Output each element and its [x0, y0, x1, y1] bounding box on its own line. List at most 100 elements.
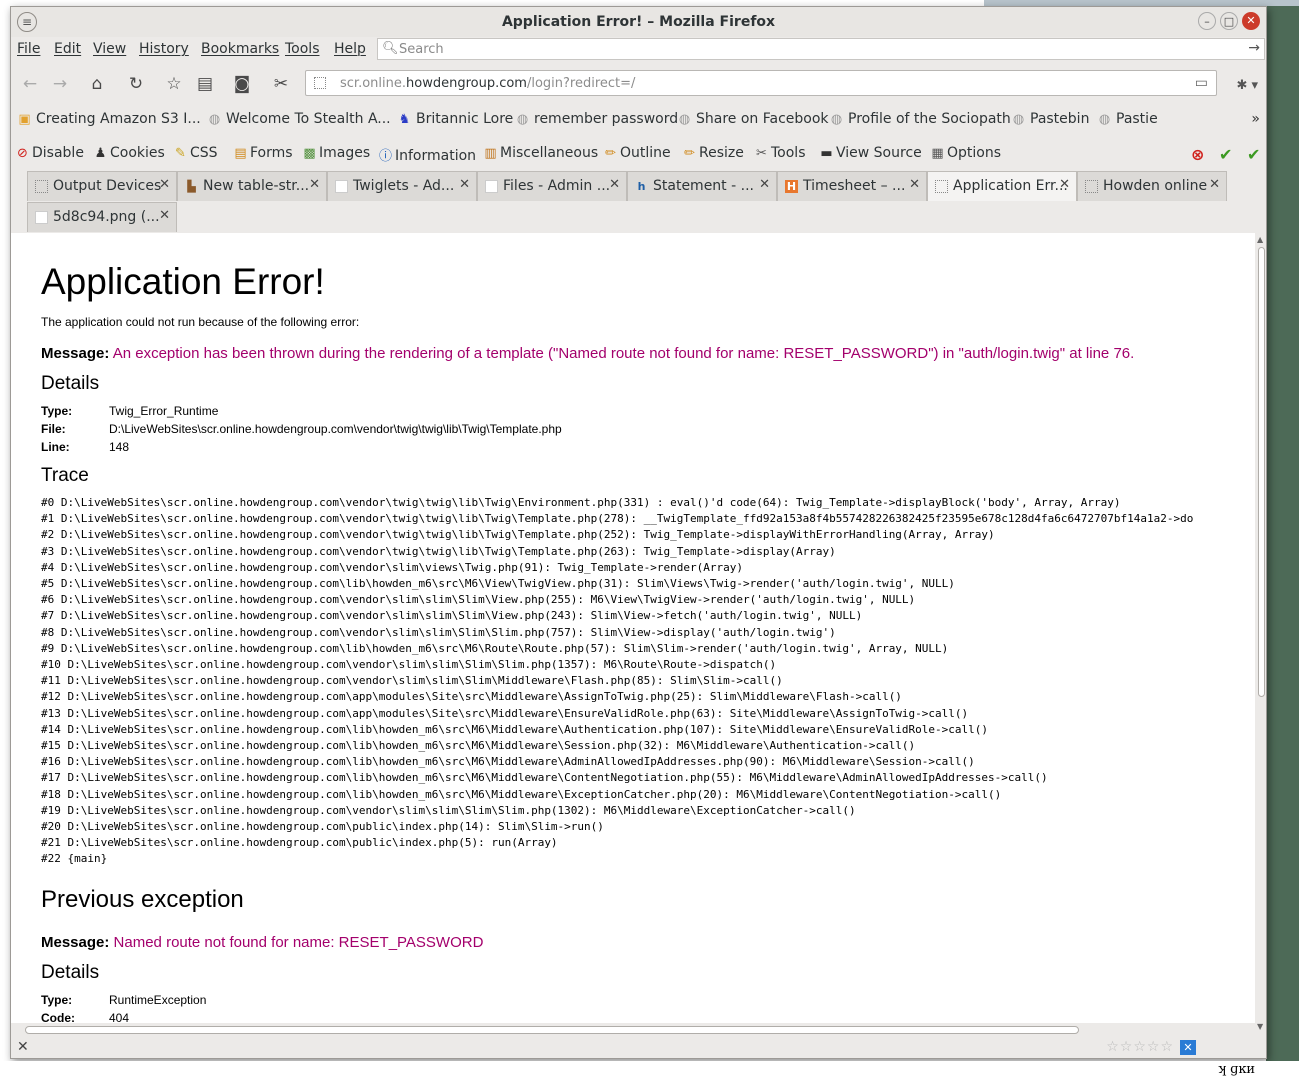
close-tab-icon[interactable]: ✕: [1209, 177, 1220, 192]
bookmark-item[interactable]: ▣ Creating Amazon S3 I...: [17, 111, 200, 127]
close-tab-icon[interactable]: ✕: [159, 177, 170, 192]
status-bar: ✕ ☆☆☆☆☆ ✕: [11, 1037, 1266, 1058]
vertical-scroll-thumb[interactable]: [1258, 247, 1265, 697]
bookmarks-menu-icon[interactable]: ▤: [194, 73, 216, 95]
trace-line: #18 D:\LiveWebSites\scr.online.howdengro…: [41, 787, 1002, 801]
addon-menu-icon[interactable]: ✱ ▾: [1236, 78, 1258, 93]
dev-images[interactable]: ▩ Images: [302, 145, 370, 161]
tab-statement[interactable]: h Statement - ... ✕: [627, 171, 777, 201]
page-icon: [935, 180, 948, 193]
reader-view-icon[interactable]: ▭: [1195, 75, 1208, 91]
image-icon: [35, 211, 48, 224]
forms-icon: ▤: [234, 146, 247, 161]
tab-application-error[interactable]: Application Err... ✕: [927, 171, 1077, 201]
trace-line: #6 D:\LiveWebSites\scr.online.howdengrou…: [41, 593, 916, 607]
close-tab-icon[interactable]: ✕: [459, 177, 470, 192]
forward-icon[interactable]: →: [49, 73, 71, 95]
dev-resize[interactable]: ✏ Resize: [682, 145, 744, 161]
tab-files-admin[interactable]: Files - Admin ... ✕: [477, 171, 627, 201]
trace-line: #2 D:\LiveWebSites\scr.online.howdengrou…: [41, 528, 995, 542]
url-text[interactable]: scr.online.howdengroup.com/login?redirec…: [340, 76, 635, 91]
tab-howden-online[interactable]: Howden online ✕: [1077, 171, 1227, 201]
dev-forms[interactable]: ▤ Forms: [233, 145, 292, 161]
close-tab-icon[interactable]: ✕: [159, 208, 170, 223]
search-go-icon[interactable]: →: [1248, 40, 1260, 56]
html-valid-icon[interactable]: ✔: [1247, 145, 1260, 164]
close-tab-icon[interactable]: ✕: [759, 177, 770, 192]
bookmarks-overflow-icon[interactable]: »: [1251, 111, 1260, 127]
dev-view-source[interactable]: ▬ View Source: [819, 145, 921, 161]
home-icon[interactable]: ⌂: [86, 73, 108, 95]
close-tab-icon[interactable]: ✕: [609, 177, 620, 192]
trace-line: #15 D:\LiveWebSites\scr.online.howdengro…: [41, 739, 916, 753]
dev-disable[interactable]: ⊘ Disable: [15, 145, 84, 161]
cookies-icon: ♟: [94, 146, 107, 161]
close-tab-icon[interactable]: ✕: [1059, 177, 1070, 192]
url-bar[interactable]: scr.online.howdengroup.com/login?redirec…: [305, 70, 1217, 96]
previous-exception-heading: Previous exception: [41, 886, 244, 913]
bookmark-item[interactable]: ◍ Pastebin: [1011, 111, 1090, 127]
dev-cookies[interactable]: ♟ Cookies: [93, 145, 165, 161]
bookmark-item[interactable]: ◍ Profile of the Sociopath: [829, 111, 1011, 127]
tab-output-devices[interactable]: Output Devices ✕: [27, 171, 177, 201]
maximize-icon[interactable]: □: [1220, 12, 1238, 30]
close-tab-icon[interactable]: ✕: [909, 177, 920, 192]
bookmark-item[interactable]: ♞ Britannic Lore: [397, 111, 514, 127]
tab-image[interactable]: 5d8c94.png (... ✕: [27, 202, 177, 232]
search-icon: 🔍︎: [382, 41, 399, 56]
images-icon: ▩: [303, 146, 316, 161]
dev-outline[interactable]: ✏ Outline: [603, 145, 671, 161]
close-tab-icon[interactable]: ✕: [309, 177, 320, 192]
addon-x-icon[interactable]: ✕: [1180, 1040, 1196, 1055]
tab-new-table[interactable]: ▙ New table-str... ✕: [177, 171, 327, 201]
close-window-icon[interactable]: ✕: [1242, 12, 1260, 30]
scissors-icon[interactable]: ✂: [270, 73, 292, 95]
css-valid-icon[interactable]: ✔: [1219, 145, 1232, 164]
dev-miscellaneous[interactable]: ▥ Miscellaneous: [483, 145, 598, 161]
horizontal-scrollbar[interactable]: [11, 1023, 1255, 1037]
search-input[interactable]: 🔍︎ Search →: [377, 38, 1265, 60]
bookmarks-toolbar: ▣ Creating Amazon S3 I... ◍ Welcome To Ste…: [11, 107, 1266, 133]
menu-history[interactable]: History: [139, 41, 189, 57]
intro-text: The application could not run because of…: [41, 315, 360, 329]
tab-strip: Output Devices ✕ ▙ New table-str... ✕ Tw…: [11, 171, 1266, 233]
menu-file[interactable]: File: [17, 41, 40, 57]
search-placeholder: Search: [399, 42, 444, 57]
trace-line: #1 D:\LiveWebSites\scr.online.howdengrou…: [41, 512, 1194, 526]
menu-tools[interactable]: Tools: [285, 41, 320, 57]
css-icon: ✎: [175, 146, 186, 161]
scroll-up-icon: ▲: [1257, 235, 1264, 244]
pocket-icon[interactable]: ◙: [231, 73, 253, 95]
bookmark-item[interactable]: ◍ remember password: [515, 111, 678, 127]
tab-twiglets[interactable]: Twiglets - Ad... ✕: [327, 171, 477, 201]
dev-options[interactable]: ▦ Options: [930, 145, 1001, 161]
back-icon[interactable]: ←: [19, 73, 41, 95]
miscellaneous-icon: ▥: [484, 146, 497, 161]
vertical-scrollbar[interactable]: ▲ ▼: [1255, 233, 1266, 1033]
error-status-icon[interactable]: ⊗: [1191, 145, 1204, 164]
reload-icon[interactable]: ↻: [125, 73, 147, 95]
bookmark-star-icon[interactable]: ☆: [163, 73, 185, 95]
minimize-icon[interactable]: –: [1198, 12, 1216, 30]
dev-css[interactable]: ✎ CSS: [173, 145, 218, 161]
dev-tools[interactable]: ✂ Tools: [754, 145, 805, 161]
rating-stars-icon[interactable]: ☆☆☆☆☆: [1106, 1039, 1174, 1055]
horizontal-scroll-thumb[interactable]: [25, 1026, 1079, 1034]
favicon-icon: [335, 180, 348, 193]
bookmark-item[interactable]: ◍ Share on Facebook: [677, 111, 829, 127]
previous-error-message: Message: Named route not found for name:…: [41, 934, 484, 951]
options-icon: ▦: [931, 146, 944, 161]
page-title: Application Error!: [41, 261, 325, 302]
menu-view[interactable]: View: [93, 41, 126, 57]
bookmark-item[interactable]: ◍ Welcome To Stealth A...: [207, 111, 391, 127]
menu-edit[interactable]: Edit: [54, 41, 81, 57]
menu-help[interactable]: Help: [334, 41, 366, 57]
globe-icon: ◍: [678, 112, 691, 127]
menu-bookmarks[interactable]: Bookmarks: [201, 41, 279, 57]
dev-information[interactable]: ⓘ Information: [378, 145, 476, 164]
page-icon: [1085, 180, 1098, 193]
tab-timesheet[interactable]: H Timesheet – ... ✕: [777, 171, 927, 201]
page-icon: [35, 180, 48, 193]
close-addon-bar-icon[interactable]: ✕: [17, 1039, 29, 1055]
bookmark-item[interactable]: ◍ Pastie: [1097, 111, 1158, 127]
